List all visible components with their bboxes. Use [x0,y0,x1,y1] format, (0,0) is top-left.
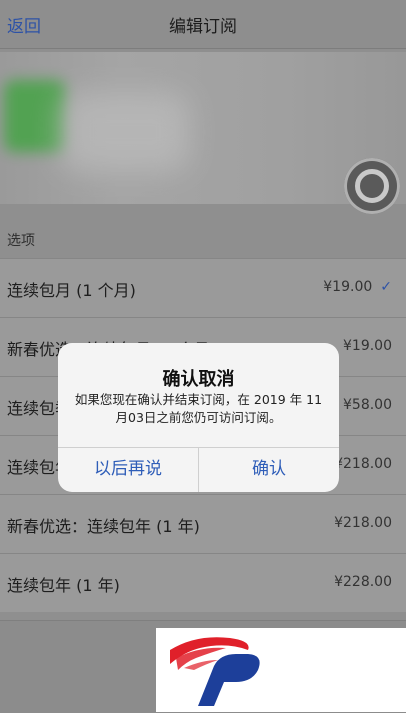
brand-logo [156,628,406,712]
navigation-bar: 返回 编辑订阅 [0,0,406,49]
app-icon-blurred [4,80,66,152]
checkmark-icon: ✓ [380,279,392,295]
assistive-touch-icon[interactable] [344,158,400,214]
option-price-value: ¥19.00 [323,279,373,295]
option-row[interactable]: 连续包月 (1 个月) ¥19.00 ✓ [0,258,406,317]
option-price: ¥19.00 ✓ [323,279,392,295]
option-price: ¥218.00 [334,456,392,472]
alert-message: 如果您现在确认并结束订阅，在 2019 年 11月03日之前您仍可访问订阅。 [74,392,323,425]
option-label: 连续包年 (1 年) [7,576,120,595]
option-row[interactable]: 新春优选：连续包年 (1 年) ¥218.00 [0,494,406,553]
option-price: ¥218.00 [334,515,392,531]
option-row[interactable]: 连续包年 (1 年) ¥228.00 [0,553,406,612]
confirm-button[interactable]: 确认 [199,447,339,492]
confirm-cancel-alert: 确认取消 如果您现在确认并结束订阅，在 2019 年 11月03日之前您仍可访问… [58,343,339,492]
brand-logo-icon [170,637,260,706]
banner-text-blurred [60,92,190,172]
option-price: ¥19.00 [343,338,392,354]
section-header: 选项 [0,218,406,258]
page-title: 编辑订阅 [169,17,237,37]
assistive-touch-ring [355,169,389,203]
option-price: ¥58.00 [343,397,392,413]
option-label: 连续包月 (1 个月) [7,281,136,300]
section-header-label: 选项 [7,233,35,249]
option-label: 新春优选：连续包年 (1 年) [7,517,200,536]
later-button[interactable]: 以后再说 [58,447,198,492]
option-price: ¥228.00 [334,574,392,590]
alert-title: 确认取消 [162,369,235,390]
